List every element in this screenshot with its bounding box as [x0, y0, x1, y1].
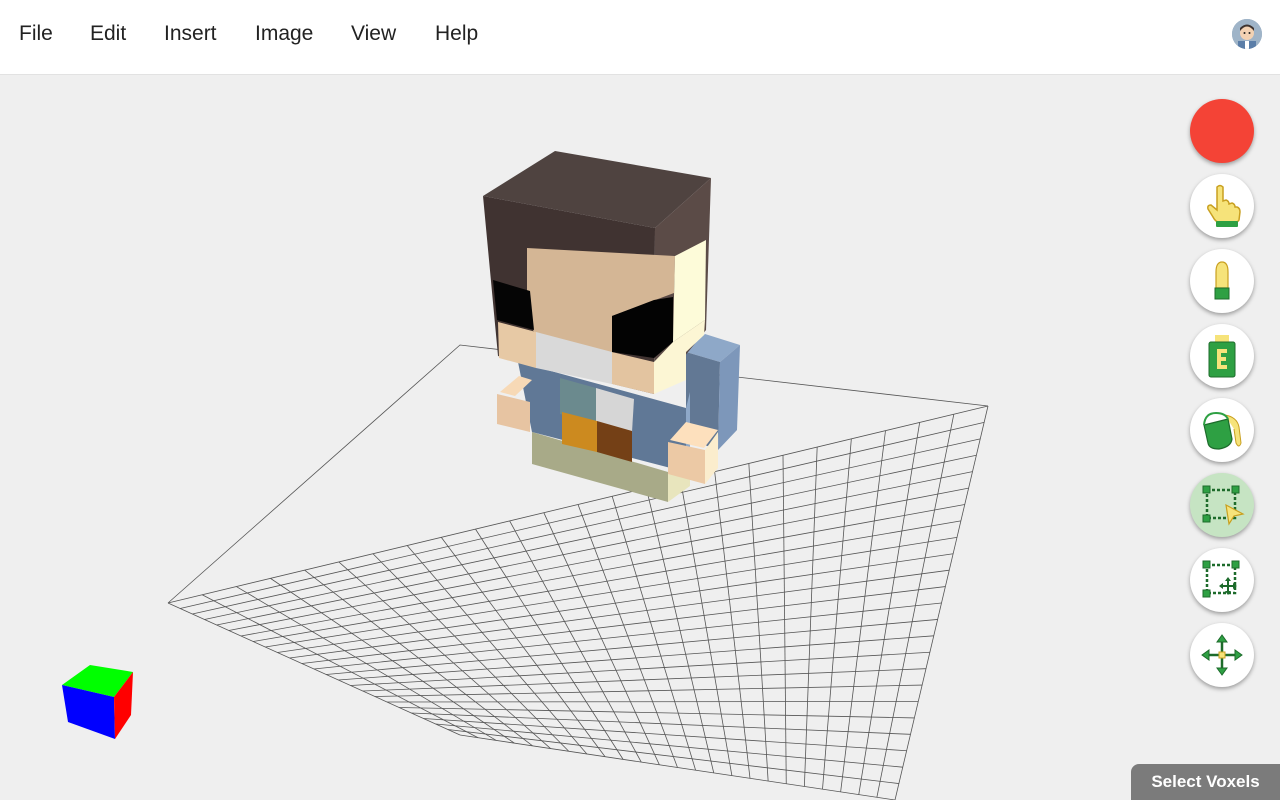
mode-status-label: Select Voxels: [1131, 764, 1280, 800]
menu-file[interactable]: File: [19, 22, 53, 46]
menu-image[interactable]: Image: [255, 22, 313, 46]
color-swatch-button[interactable]: [1190, 99, 1254, 163]
grid-line: [822, 438, 852, 790]
grid-line: [748, 463, 769, 782]
menu-insert[interactable]: Insert: [164, 22, 217, 46]
move-selection-icon: [1202, 560, 1240, 598]
grid-line: [894, 405, 989, 800]
grid-line: [326, 619, 938, 675]
crayon-icon: [1214, 261, 1230, 300]
eraser-tool-button[interactable]: [1190, 324, 1254, 388]
pointer-tool-button[interactable]: [1190, 174, 1254, 238]
voxel-character: [483, 151, 740, 502]
user-avatar-icon[interactable]: [1232, 19, 1262, 49]
grid-line: [447, 729, 899, 784]
add-voxel-tool-button[interactable]: [1190, 249, 1254, 313]
3d-viewport[interactable]: [0, 75, 1280, 800]
eraser-icon: [1208, 335, 1236, 378]
select-voxels-tool-button[interactable]: [1190, 473, 1254, 537]
select-region-icon: [1202, 485, 1245, 526]
menu-view[interactable]: View: [351, 22, 396, 46]
grid-line: [423, 718, 907, 752]
grid-line: [459, 734, 896, 800]
menu-help[interactable]: Help: [435, 22, 478, 46]
grid-line: [876, 414, 955, 798]
paint-bucket-tool-button[interactable]: [1190, 398, 1254, 462]
grid-line: [374, 684, 923, 697]
menu-edit[interactable]: Edit: [90, 22, 126, 46]
grid-line: [399, 707, 915, 719]
pan-tool-button[interactable]: [1190, 623, 1254, 687]
move-selection-tool-button[interactable]: [1190, 548, 1254, 612]
grid-line: [611, 496, 697, 771]
grid-line: [680, 479, 733, 776]
voxel-scene[interactable]: [0, 75, 1280, 800]
grid-line: [338, 635, 934, 681]
hand-pointer-icon: [1207, 184, 1241, 227]
move-arrows-icon: [1201, 634, 1243, 676]
orientation-cube[interactable]: [62, 665, 133, 739]
grid-line: [386, 701, 919, 703]
menu-bar: File Edit Insert Image View Help: [0, 0, 1280, 75]
grid-line: [803, 447, 818, 787]
paint-bucket-icon: [1203, 411, 1242, 450]
